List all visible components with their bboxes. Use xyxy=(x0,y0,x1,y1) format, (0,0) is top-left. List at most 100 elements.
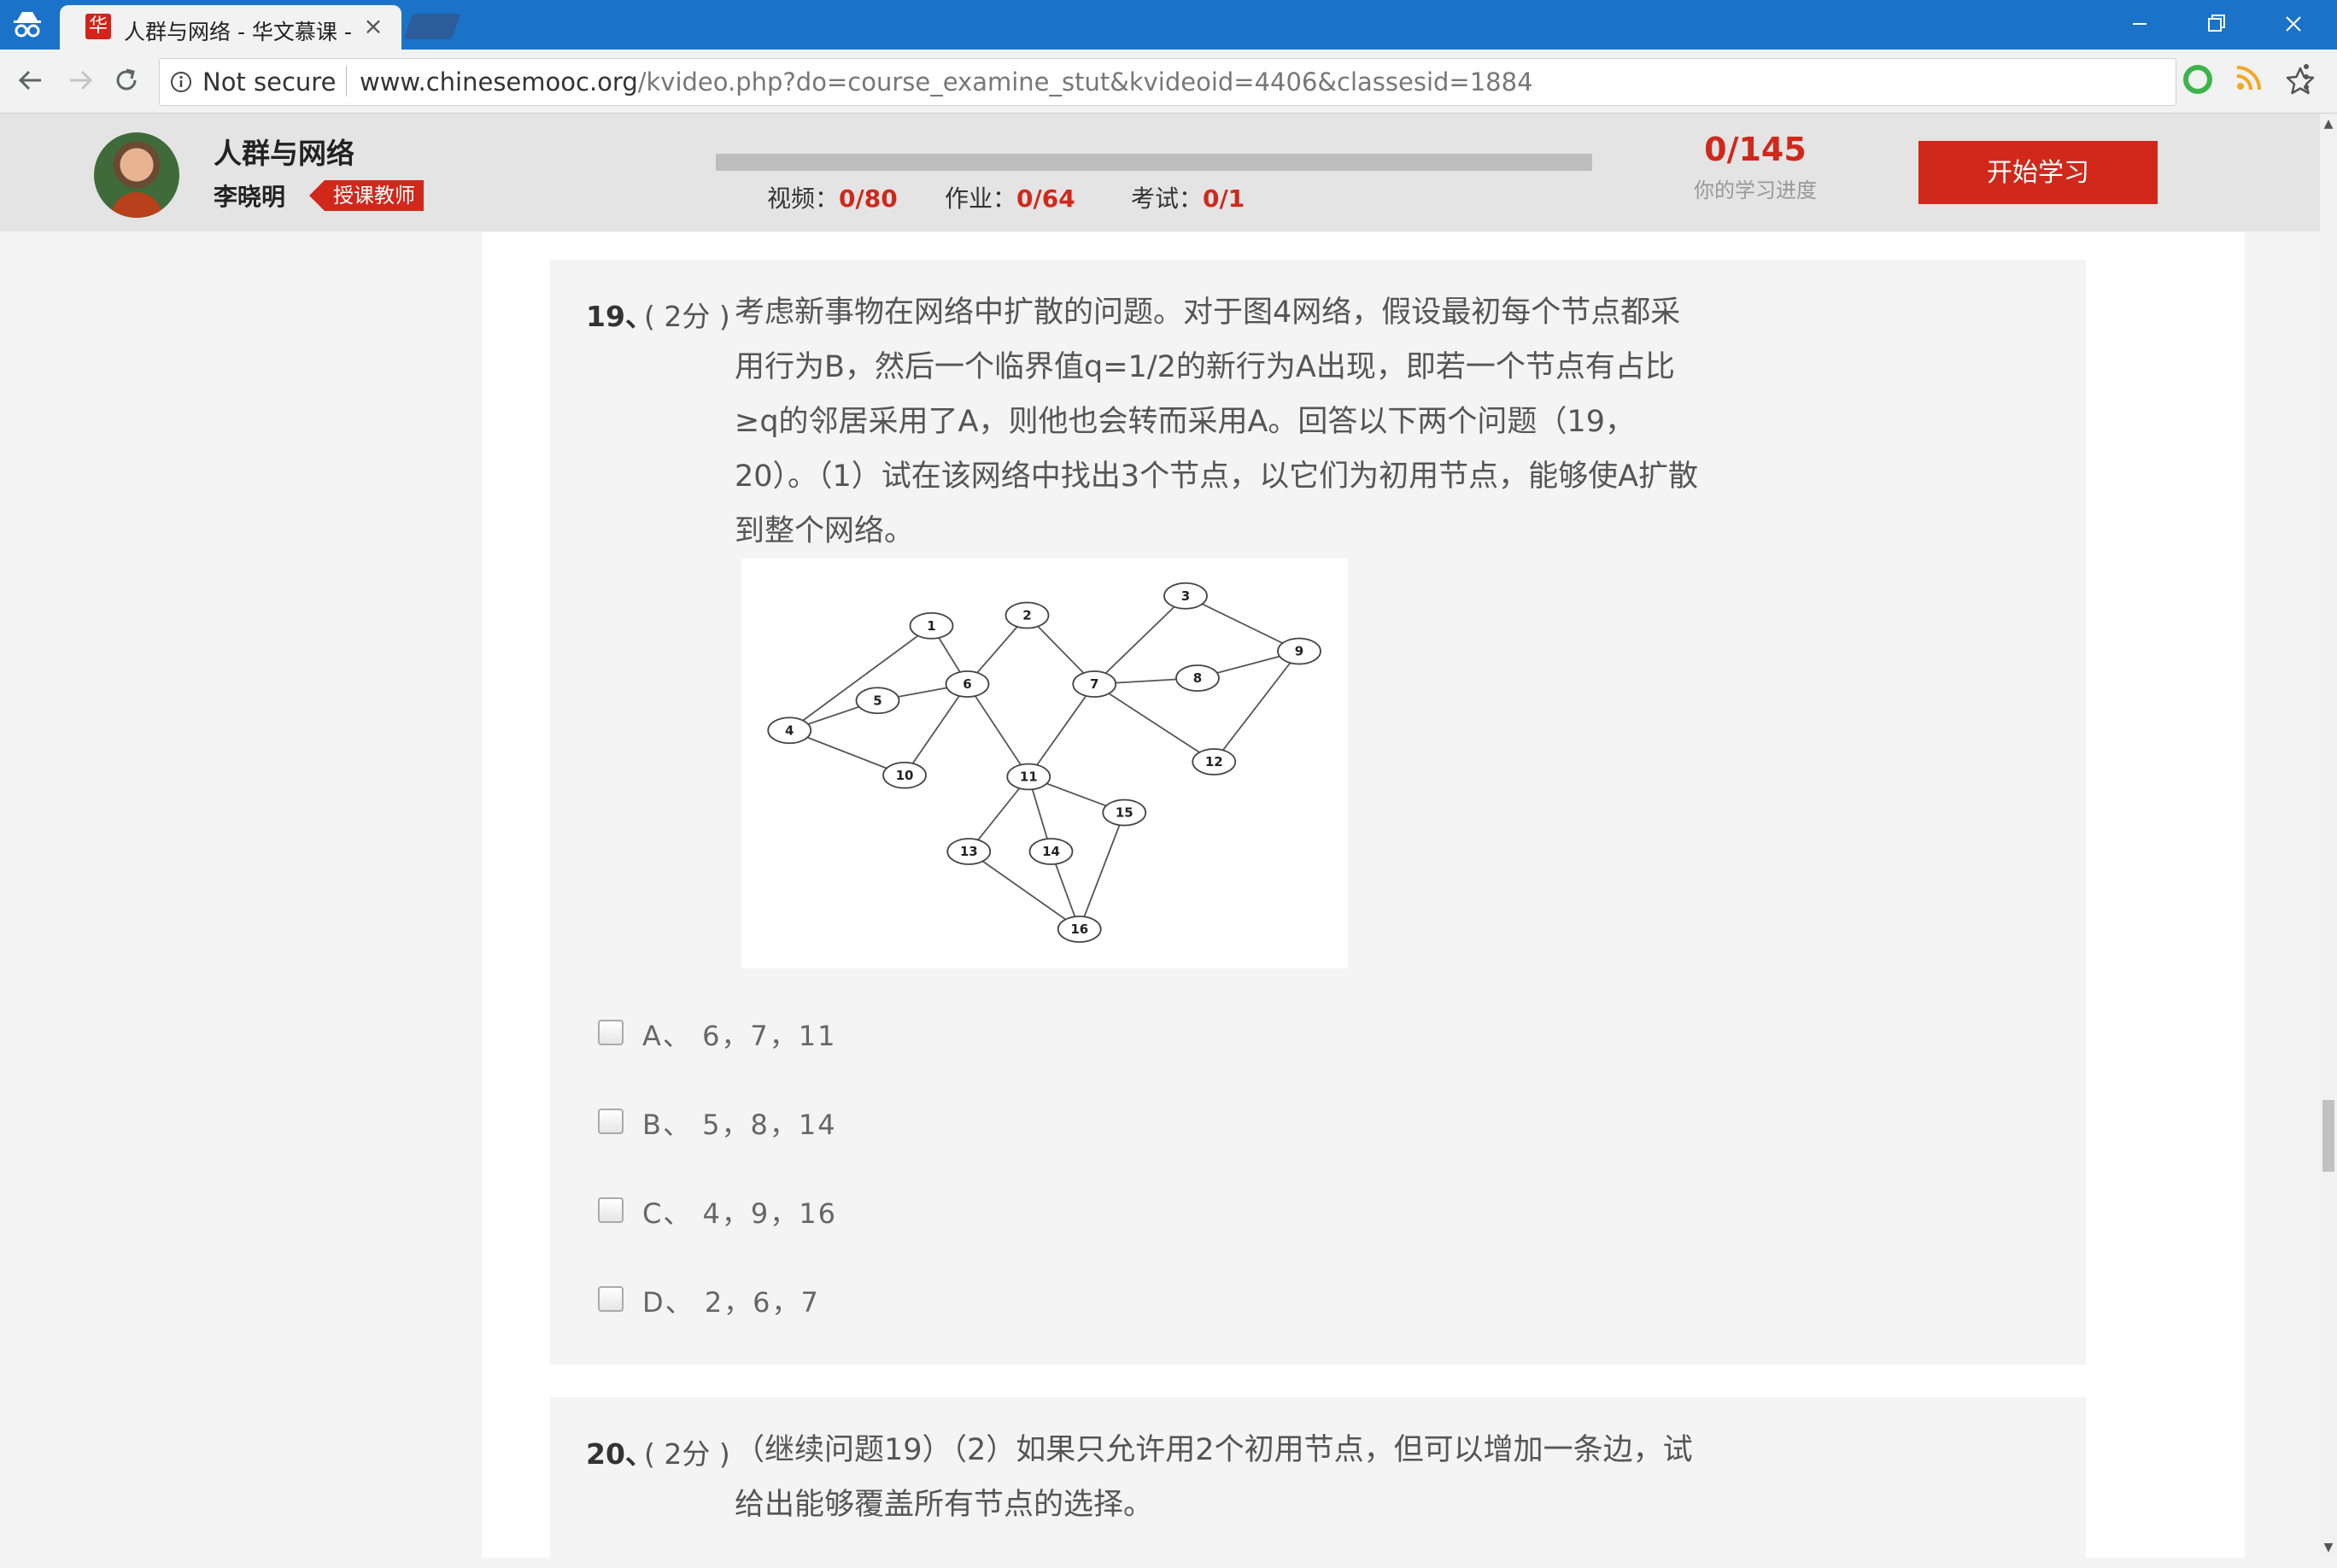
question-card: 19、 ( 2分 ) 考虑新事物在网络中扩散的问题。对于图4网络，假设最初每个节… xyxy=(550,260,2086,1365)
tab-title: 人群与网络 - 华文慕课 - xyxy=(124,20,352,44)
option-checkbox[interactable] xyxy=(598,1020,624,1045)
network-node-label: 9 xyxy=(1295,644,1303,659)
network-edge xyxy=(1078,812,1126,930)
progress-caption: 你的学习进度 xyxy=(1694,178,1817,202)
network-node-label: 14 xyxy=(1042,844,1060,859)
option-checkbox[interactable] xyxy=(598,1109,624,1134)
teacher-badge: 授课教师 xyxy=(309,180,424,211)
question-card: 20、 ( 2分 ) （继续问题19）（2）如果只允许用2个初用节点，但可以增加… xyxy=(550,1397,2086,1568)
scroll-down-icon[interactable]: ▼ xyxy=(2320,1541,2337,1554)
network-edge xyxy=(1213,650,1300,763)
network-node-label: 13 xyxy=(960,844,978,859)
network-node-label: 2 xyxy=(1022,608,1031,623)
network-edge xyxy=(1093,595,1186,685)
network-edge xyxy=(966,683,1030,777)
network-node: 10 xyxy=(882,761,927,789)
browser-toolbar: Not secure www.chinesemooc.org/kvideo.ph… xyxy=(0,50,2337,114)
network-node-label: 1 xyxy=(927,618,935,634)
reload-icon xyxy=(116,68,137,91)
course-title[interactable]: 人群与网络 xyxy=(214,131,354,172)
rss-icon[interactable] xyxy=(2233,61,2265,94)
network-node-label: 5 xyxy=(873,693,882,708)
page-scrollbar[interactable]: ▲ ▼ xyxy=(2320,114,2337,1558)
network-node: 4 xyxy=(767,717,812,745)
network-node: 5 xyxy=(855,687,900,715)
option-checkbox[interactable] xyxy=(598,1197,624,1223)
network-node: 7 xyxy=(1072,670,1117,698)
question-text: 考虑新事物在网络中扩散的问题。对于图4网络，假设最初每个节点都采用行为B，然后一… xyxy=(735,295,1699,548)
minimize-icon xyxy=(2133,23,2147,25)
window-restore-button[interactable] xyxy=(2199,7,2234,41)
network-node-label: 15 xyxy=(1116,805,1133,821)
browser-title-bar: 华 人群与网络 - 华文慕课 - × xyxy=(0,0,2337,50)
scroll-up-icon[interactable]: ▲ xyxy=(2320,117,2337,131)
restore-icon xyxy=(2208,15,2225,32)
network-node-label: 12 xyxy=(1205,754,1223,769)
start-learning-button[interactable]: 开始学习 xyxy=(1918,141,2158,204)
network-node-label: 10 xyxy=(896,768,914,783)
info-icon[interactable] xyxy=(170,71,192,93)
tab-course[interactable]: 华 人群与网络 - 华文慕课 - × xyxy=(60,5,401,50)
network-node: 12 xyxy=(1192,748,1237,775)
address-bar[interactable]: Not secure www.chinesemooc.org/kvideo.ph… xyxy=(159,58,2315,106)
network-node: 11 xyxy=(1006,763,1051,791)
teacher-name: 李晓明 xyxy=(214,183,286,211)
network-figure: 123456 7 8910 111213 141516 xyxy=(741,559,1348,968)
exam-label: 考试： xyxy=(1131,184,1204,213)
video-progress: 视频：0/80 xyxy=(767,180,898,214)
video-value: 0/80 xyxy=(839,184,898,213)
exam-value: 0/1 xyxy=(1203,184,1245,213)
new-tab-button[interactable] xyxy=(403,14,461,39)
reload-button[interactable] xyxy=(108,61,145,99)
extension-icon[interactable] xyxy=(2183,65,2212,94)
favicon-icon: 华 xyxy=(85,14,111,39)
window-minimize-button[interactable] xyxy=(2123,7,2157,41)
incognito-icon xyxy=(14,12,41,38)
network-edge xyxy=(1028,683,1095,778)
homework-progress: 作业：0/64 xyxy=(945,180,1075,214)
teacher-avatar xyxy=(94,132,179,218)
network-node-label: 6 xyxy=(963,676,971,692)
forward-arrow-icon xyxy=(70,70,93,91)
option-label: C、 4，9，16 xyxy=(642,1197,837,1230)
network-node: 16 xyxy=(1057,916,1102,943)
network-node-label: 3 xyxy=(1181,588,1190,604)
network-node: 8 xyxy=(1175,664,1220,692)
url-separator xyxy=(346,66,347,97)
menu-icon[interactable] xyxy=(2298,58,2315,96)
close-icon xyxy=(2286,16,2301,32)
homework-label: 作业： xyxy=(945,184,1017,213)
network-node: 13 xyxy=(946,838,992,865)
network-node-label: 8 xyxy=(1193,670,1202,686)
url-host: www.chinesemooc.org xyxy=(360,67,638,97)
network-edge xyxy=(788,625,933,731)
forward-button[interactable] xyxy=(62,61,99,99)
homework-value: 0/64 xyxy=(1016,184,1075,213)
back-arrow-icon xyxy=(18,70,41,91)
option-label: A、 6，7，11 xyxy=(642,1020,837,1052)
security-label[interactable]: Not secure xyxy=(202,67,336,97)
back-button[interactable] xyxy=(12,61,50,99)
window-close-button[interactable] xyxy=(2276,7,2311,41)
scrollbar-thumb[interactable] xyxy=(2322,1100,2334,1172)
progress-count: 0/145 xyxy=(1704,131,1807,168)
exam-progress: 考试：0/1 xyxy=(1131,180,1245,214)
network-node-label: 11 xyxy=(1020,769,1038,785)
network-node: 1 xyxy=(909,611,954,640)
option-label: D、 2，6，7 xyxy=(642,1286,820,1319)
network-edge xyxy=(904,683,969,776)
network-node-label: 16 xyxy=(1070,921,1088,937)
network-node: 14 xyxy=(1028,838,1074,865)
url-path: /kvideo.php?do=course_examine_stut&kvide… xyxy=(637,67,1533,97)
question-score: ( 2分 ) xyxy=(644,300,730,333)
network-node: 15 xyxy=(1102,799,1147,827)
network-node: 3 xyxy=(1163,582,1208,610)
tab-close-icon[interactable]: × xyxy=(360,12,386,40)
network-node-label: 4 xyxy=(785,723,794,738)
option-checkbox[interactable] xyxy=(598,1286,624,1312)
network-edge xyxy=(1093,683,1215,763)
progress-bar xyxy=(716,154,1592,171)
question-score: ( 2分 ) xyxy=(644,1437,730,1471)
network-node-label: 7 xyxy=(1090,676,1098,692)
url-text[interactable]: www.chinesemooc.org/kvideo.php?do=course… xyxy=(360,67,1533,97)
